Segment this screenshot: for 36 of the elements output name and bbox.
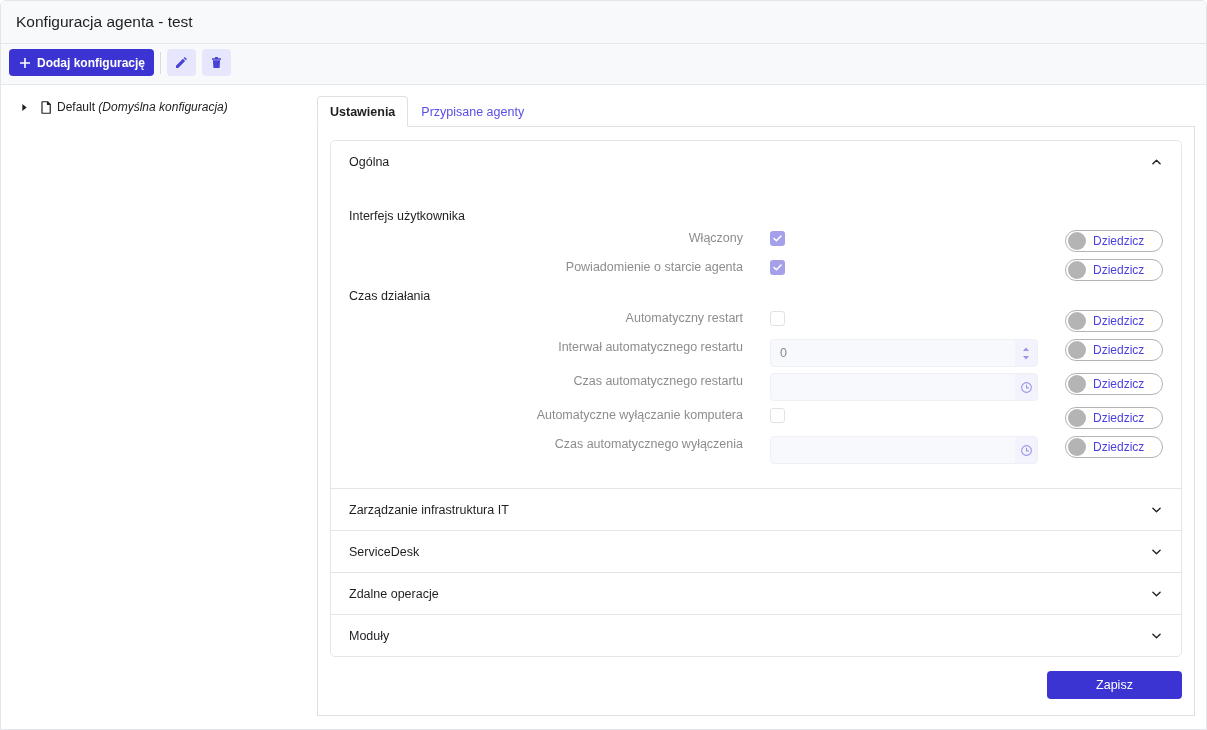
check-icon	[773, 235, 782, 242]
toggle-knob	[1068, 438, 1086, 456]
field-label: Automatyczny restart	[624, 310, 743, 326]
section-header[interactable]: ServiceDesk	[331, 531, 1181, 572]
edit-button[interactable]	[167, 49, 197, 76]
toggle-knob	[1068, 232, 1086, 250]
tab[interactable]: Ustawienia	[317, 96, 409, 127]
section-header[interactable]: Zarządzanie infrastruktura IT	[331, 489, 1181, 530]
plus-icon	[20, 57, 30, 68]
check-icon	[773, 264, 782, 271]
group-heading: Interfejs użytkownika	[349, 208, 467, 224]
field-label: Powiadomienie o starcie agenta	[564, 259, 743, 275]
section-header[interactable]: Ogólna	[331, 141, 1181, 182]
tab[interactable]: Przypisane agenty	[408, 96, 538, 127]
page-title: Konfiguracja agenta - test	[16, 13, 193, 31]
field-label: Włączony	[687, 230, 743, 246]
add-configuration-button[interactable]: Dodaj konfigurację	[9, 49, 155, 76]
section-header[interactable]: Moduły	[331, 615, 1181, 656]
section-header[interactable]: Zdalne operacje	[331, 573, 1181, 614]
field-label: Czas automatycznego restartu	[572, 373, 743, 389]
tree-item[interactable]: Default (Domyślna konfiguracja)	[22, 99, 230, 115]
group-heading: Czas działania	[349, 288, 432, 304]
caret-icon[interactable]	[22, 103, 27, 111]
save-button[interactable]: Zapisz	[1047, 671, 1182, 699]
file-icon	[41, 100, 51, 114]
pencil-icon	[176, 57, 188, 68]
field-label: Interwał automatycznego restartu	[557, 339, 743, 355]
toggle-knob	[1068, 375, 1086, 393]
toggle-knob	[1068, 312, 1086, 330]
field-label: Automatyczne wyłączanie komputera	[535, 407, 743, 423]
toggle-knob	[1068, 261, 1086, 279]
toggle-knob	[1068, 341, 1086, 359]
delete-button[interactable]	[202, 49, 232, 76]
toggle-knob	[1068, 409, 1086, 427]
trash-icon	[212, 57, 222, 68]
field-label: Czas automatycznego wyłączenia	[553, 436, 743, 452]
